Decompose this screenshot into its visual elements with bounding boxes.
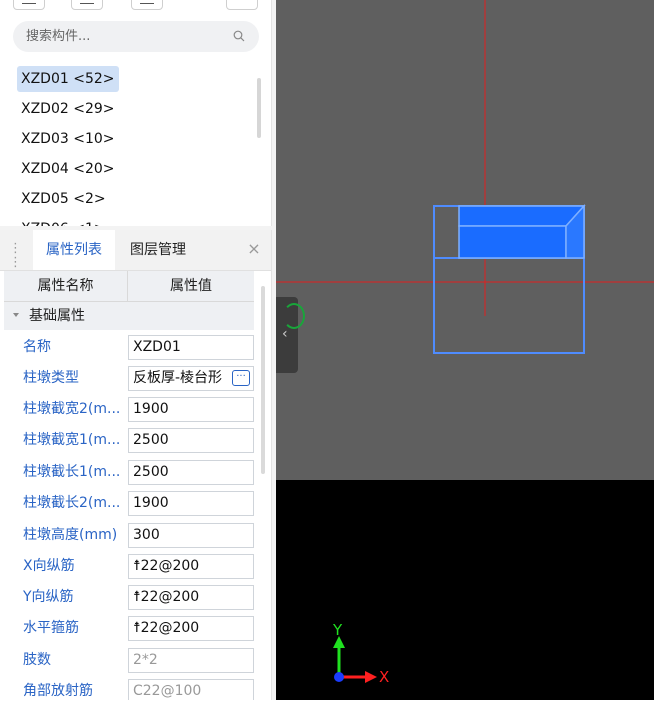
list-item[interactable]: XZD04 <20> <box>17 156 119 182</box>
group-basic-attributes[interactable]: 基础属性 <box>4 302 254 330</box>
property-value-field[interactable]: ☨22@200 <box>128 585 254 610</box>
property-value-field[interactable]: 2*2 <box>128 648 254 673</box>
close-icon[interactable]: × <box>246 240 262 258</box>
list-item[interactable]: XZD01 <52> <box>17 66 119 92</box>
property-label: 名称 <box>23 339 51 355</box>
tab-attribute-list[interactable]: 属性列表 <box>33 230 115 270</box>
property-label: 柱墩高度(mm) <box>23 527 118 543</box>
pier-top-face[interactable] <box>458 205 586 227</box>
viewport-bottom[interactable]: Y X <box>276 480 654 700</box>
drag-handle-icon[interactable]: ⋮ ⋮ <box>9 242 22 270</box>
table-row: 柱墩高度(mm) 300 <box>4 520 254 551</box>
list-item[interactable]: XZD05 <2> <box>17 186 110 212</box>
filter-button[interactable] <box>226 0 258 10</box>
column-header-name: 属性名称 <box>4 271 128 301</box>
property-value-field[interactable]: 反板厚-棱台形 ··· <box>128 366 254 391</box>
property-value-field[interactable]: 1900 <box>128 491 254 516</box>
search-icon[interactable] <box>233 30 245 42</box>
copy-component-button[interactable] <box>71 0 103 10</box>
property-value-field[interactable]: 300 <box>128 523 254 548</box>
list-item[interactable]: XZD03 <10> <box>17 126 119 152</box>
table-row: 角部放射筋 C22@100 <box>4 676 254 700</box>
column-header-value: 属性值 <box>170 278 212 294</box>
table-row: 柱墩类型 反板厚-棱台形 ··· <box>4 363 254 394</box>
attribute-scrollbar[interactable] <box>261 286 265 474</box>
property-label: 水平箍筋 <box>23 620 79 636</box>
property-label: 柱墩截宽2(m... <box>23 401 121 417</box>
pier-front-face[interactable] <box>458 225 567 259</box>
property-value-field[interactable]: 2500 <box>128 460 254 485</box>
list-item[interactable]: XZD02 <29> <box>17 96 119 122</box>
drawing-canvas[interactable] <box>276 0 654 480</box>
list-scrollbar[interactable] <box>257 78 261 138</box>
attribute-panel: ⋮ ⋮ 属性列表 图层管理 × 属性名称 属性值 基础属性 名称 XZD01 柱墩… <box>0 230 272 700</box>
property-label: X向纵筋 <box>23 558 75 574</box>
new-component-button[interactable] <box>13 0 45 10</box>
table-row: 柱墩截长2(m... 1900 <box>4 488 254 519</box>
panel-tabbar: ⋮ ⋮ 属性列表 图层管理 × <box>0 230 271 271</box>
delete-component-button[interactable] <box>131 0 163 10</box>
green-circle-icon <box>283 303 305 329</box>
property-value-field[interactable]: XZD01 <box>128 335 254 360</box>
property-label: 角部放射筋 <box>23 683 93 699</box>
property-value-field[interactable]: ☨22@200 <box>128 616 254 641</box>
property-value-field[interactable]: ☨22@200 <box>128 554 254 579</box>
collapse-triangle-icon[interactable] <box>13 313 19 317</box>
x-axis-arrow <box>365 671 377 683</box>
property-label: 柱墩截宽1(m... <box>23 432 121 448</box>
axis-indicator: Y X <box>332 621 389 686</box>
table-row: Y向纵筋 ☨22@200 <box>4 582 254 613</box>
property-label: Y向纵筋 <box>23 589 74 605</box>
chevron-left-icon[interactable]: ‹ <box>282 325 288 343</box>
search-input[interactable] <box>26 27 216 45</box>
canvas-drawing <box>276 0 654 354</box>
table-row: 水平箍筋 ☨22@200 <box>4 613 254 644</box>
group-label: 基础属性 <box>29 308 85 324</box>
property-label: 柱墩截长1(m... <box>23 464 121 480</box>
y-axis-label: Y <box>332 621 343 639</box>
axis-origin <box>334 672 344 682</box>
search-box <box>13 21 259 52</box>
left-sidebar: XZD01 <52> XZD02 <29> XZD03 <10> XZD04 <… <box>0 0 276 700</box>
x-axis-label: X <box>379 668 389 686</box>
property-value-field[interactable]: 2500 <box>128 428 254 453</box>
table-row: 柱墩截长1(m... 2500 <box>4 457 254 488</box>
property-label: 柱墩截长2(m... <box>23 495 121 511</box>
property-label: 肢数 <box>23 652 51 668</box>
tab-layer-manager[interactable]: 图层管理 <box>130 230 186 270</box>
table-row: 肢数 2*2 <box>4 645 254 676</box>
table-row: 柱墩截宽1(m... 2500 <box>4 425 254 456</box>
list-item[interactable]: XZD06 <1> <box>17 216 110 226</box>
property-label: 柱墩类型 <box>23 370 79 386</box>
component-list-panel: XZD01 <52> XZD02 <29> XZD03 <10> XZD04 <… <box>0 0 272 226</box>
table-header: 属性名称 属性值 <box>4 271 254 302</box>
more-options-button[interactable]: ··· <box>232 370 250 386</box>
table-row: 名称 XZD01 <box>4 332 254 363</box>
property-value-text: 反板厚-棱台形 <box>133 370 223 386</box>
table-row: 柱墩截宽2(m... 1900 <box>4 394 254 425</box>
property-value-field[interactable]: C22@100 <box>128 679 254 700</box>
property-value-field[interactable]: 1900 <box>128 397 254 422</box>
table-row: X向纵筋 ☨22@200 <box>4 551 254 582</box>
